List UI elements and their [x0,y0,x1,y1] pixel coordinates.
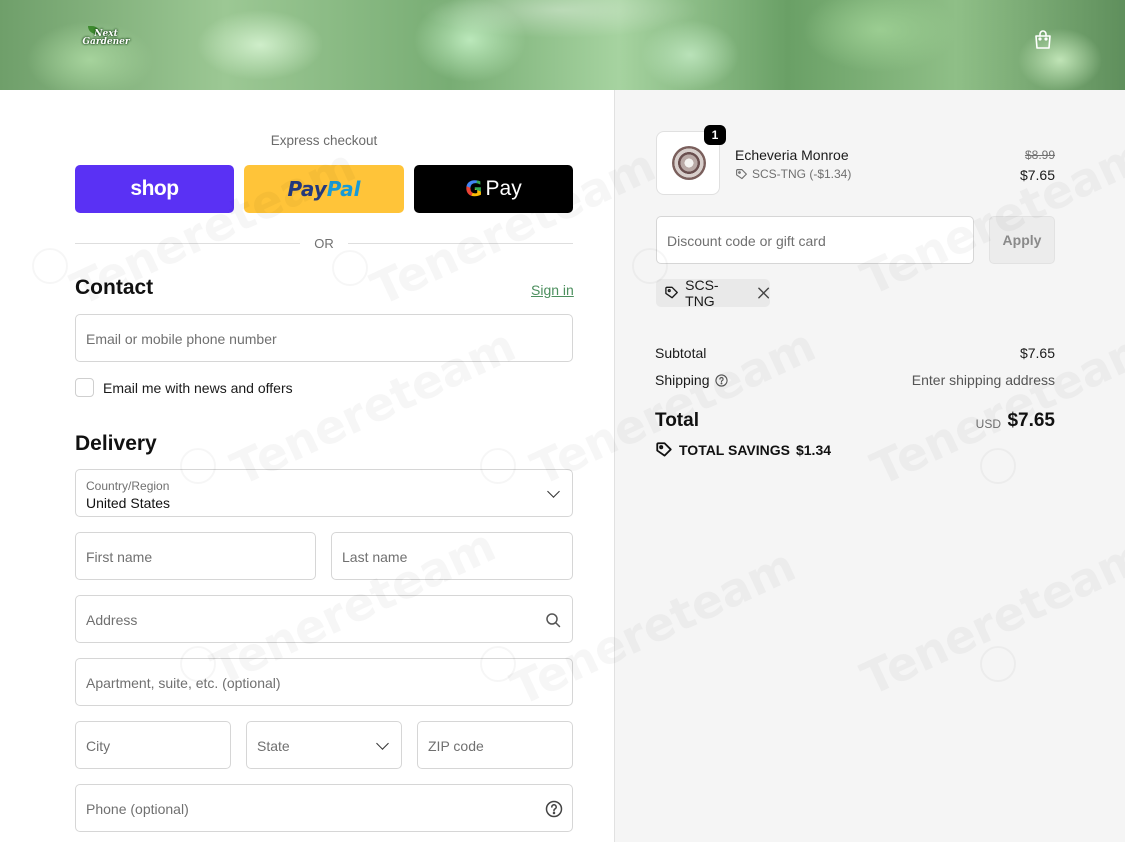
search-icon[interactable] [545,612,561,628]
checkout-form: Express checkout shop PayPal G Pay OR Co… [0,90,614,842]
newsletter-label: Email me with news and offers [103,380,293,396]
shipping-value: Enter shipping address [911,372,1055,388]
google-g-icon: G [465,177,483,201]
tag-icon [665,286,678,299]
total-label: Total [655,410,699,431]
logo-text-line-2: Gardener [82,37,130,47]
discount-code-field[interactable]: Discount code or gift card [656,216,974,264]
total-value: $7.65 [1007,410,1055,431]
sign-in-link[interactable]: Sign in [531,282,574,298]
logo-text: Next Gardener [80,30,132,47]
applied-code-text: SCS-TNG [685,277,719,309]
applied-code-chip: SCS-TNG [656,277,770,309]
header-banner: Next Gardener [0,0,1125,90]
tag-icon [656,442,672,457]
first-name-placeholder: First name [86,549,153,565]
state-select[interactable]: State [246,721,402,769]
apply-button[interactable]: Apply [989,216,1055,264]
address-placeholder: Address [86,612,138,628]
order-summary: 1 Echeveria Monroe SCS-TNG (-$1.34) $8.9… [615,90,1125,842]
original-price: $8.99 [1024,148,1055,162]
shipping-label: Shipping [655,372,710,388]
product-discount: SCS-TNG (-$1.34) [735,167,851,181]
product-price: $7.65 [1019,167,1055,183]
city-placeholder: City [86,738,111,754]
quantity-badge: 1 [704,125,726,145]
or-divider-right [348,243,573,244]
delivery-title: Delivery [75,432,157,455]
contact-title: Contact [75,276,154,299]
subtotal-label: Subtotal [655,345,707,361]
product-name: Echeveria Monroe [735,147,849,163]
email-field-placeholder: Email or mobile phone number [86,331,277,347]
zip-placeholder: ZIP code [428,738,484,754]
close-icon[interactable] [757,286,770,300]
phone-field[interactable]: Phone (optional) [75,784,573,832]
tag-icon [736,168,747,179]
currency-code: USD [975,417,1001,431]
paypal-logo: PayPal [287,177,360,201]
paypal-logo-part-1: Pay [287,177,327,201]
total-savings-value: $1.34 [795,442,832,458]
first-name-field[interactable]: First name [75,532,316,580]
shop-pay-button[interactable]: shop [75,165,234,213]
discount-code-placeholder: Discount code or gift card [667,233,826,249]
chevron-down-icon [547,485,560,498]
help-circle-icon[interactable] [545,800,563,818]
shopping-bag-icon[interactable] [1031,28,1055,52]
phone-placeholder: Phone (optional) [86,801,189,817]
country-select[interactable]: Country/Region United States [75,469,573,517]
google-pay-label: Pay [485,177,522,200]
help-circle-icon[interactable] [715,374,728,387]
apartment-placeholder: Apartment, suite, etc. (optional) [86,675,281,691]
store-logo[interactable]: Next Gardener [80,26,132,52]
total-savings: TOTAL SAVINGS $1.34 [655,441,831,459]
address-field[interactable]: Address [75,595,573,643]
paypal-logo-part-2: Pal [326,177,361,201]
shop-pay-logo: shop [130,177,179,200]
or-divider-label: OR [314,236,334,251]
paypal-button[interactable]: PayPal [244,165,404,213]
or-divider-left [75,243,300,244]
subtotal-value: $7.65 [1019,345,1055,361]
country-select-value: United States [86,495,171,511]
product-discount-text: SCS-TNG (-$1.34) [752,167,852,181]
google-pay-button[interactable]: G Pay [414,165,573,213]
apartment-field[interactable]: Apartment, suite, etc. (optional) [75,658,573,706]
city-field[interactable]: City [75,721,231,769]
newsletter-checkbox[interactable] [75,378,94,397]
succulent-image [672,146,706,180]
email-field[interactable]: Email or mobile phone number [75,314,573,362]
last-name-field[interactable]: Last name [331,532,573,580]
total-savings-label: TOTAL SAVINGS [679,442,790,458]
country-select-label: Country/Region [86,479,170,493]
express-checkout-label: Express checkout [270,133,378,148]
last-name-placeholder: Last name [342,549,408,565]
zip-field[interactable]: ZIP code [417,721,573,769]
state-placeholder: State [257,738,290,754]
chevron-down-icon [376,737,389,750]
